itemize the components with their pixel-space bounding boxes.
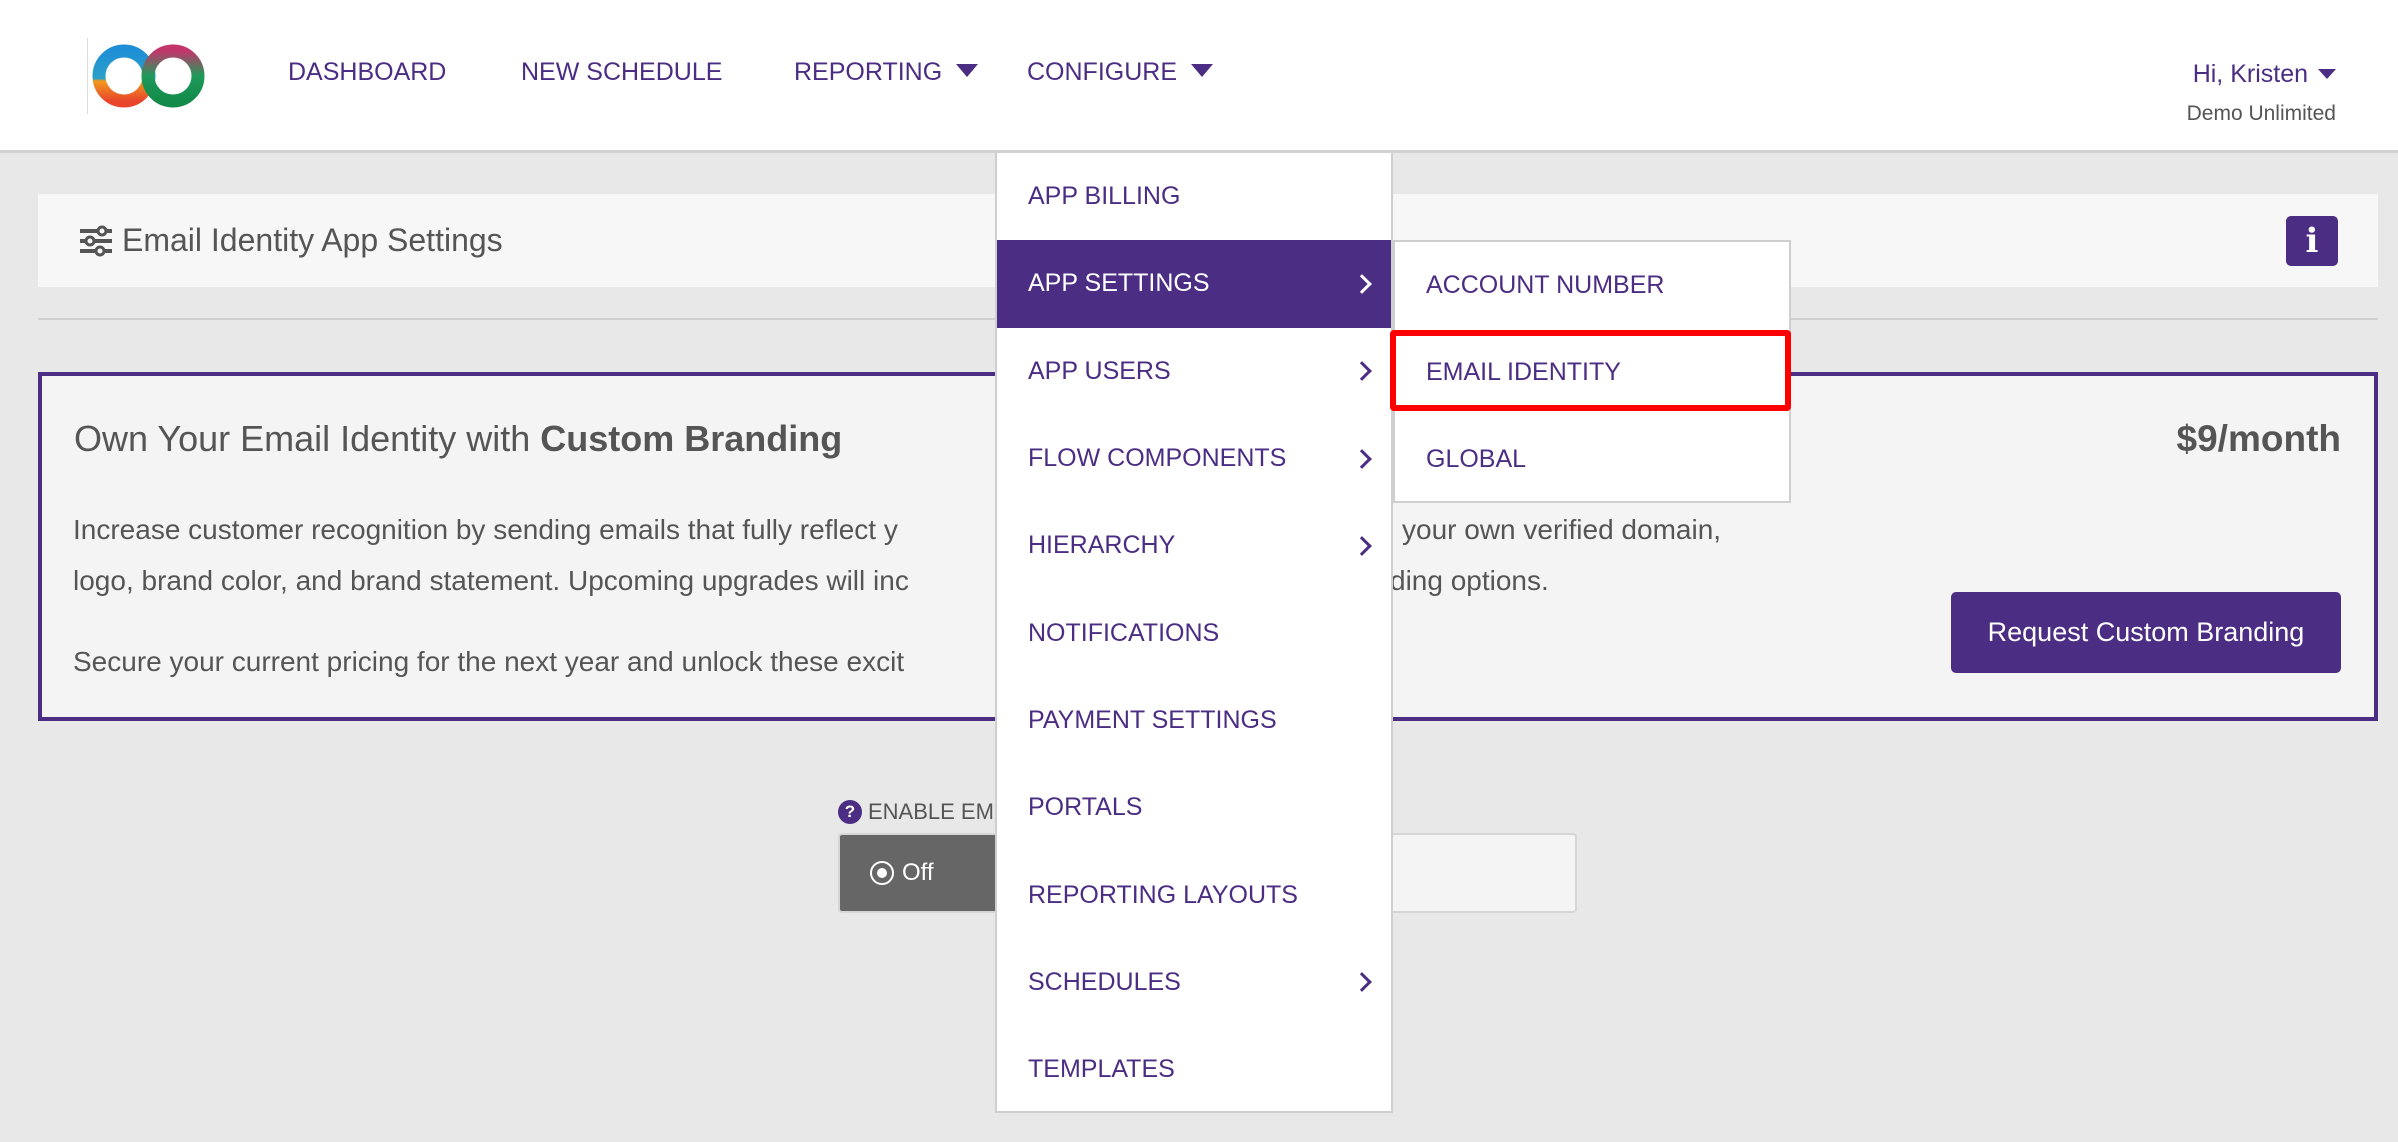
request-custom-branding-button[interactable]: Request Custom Branding (1951, 592, 2341, 673)
menu-item-label: PORTALS (1028, 793, 1143, 822)
radio-selected-icon (870, 861, 894, 885)
page-title-text: Email Identity App Settings (122, 222, 503, 258)
menu-item-app-settings[interactable]: APP SETTINGS (997, 240, 1391, 328)
help-icon[interactable]: ? (838, 800, 862, 824)
nav-label: DASHBOARD (288, 58, 447, 86)
menu-item-label: FLOW COMPONENTS (1028, 444, 1287, 473)
menu-item-app-billing[interactable]: APP BILLING (997, 153, 1391, 240)
org-name: Demo Unlimited (2186, 102, 2336, 125)
submenu-item-account-number[interactable]: ACCOUNT NUMBER (1395, 242, 1789, 329)
chevron-right-icon (1352, 972, 1372, 993)
info-button[interactable]: i (2286, 216, 2338, 266)
menu-item-notifications[interactable]: NOTIFICATIONS (997, 589, 1391, 676)
menu-item-label: TEMPLATES (1028, 1055, 1175, 1084)
enable-label: ? ENABLE EM (838, 799, 994, 825)
menu-item-label: HIERARCHY (1028, 531, 1176, 560)
chevron-right-icon (1352, 361, 1372, 382)
submenu-item-label: GLOBAL (1426, 445, 1527, 473)
submenu-item-email-identity[interactable]: EMAIL IDENTITY (1395, 329, 1789, 416)
promo-title-prefix: Own Your Email Identity with (74, 418, 541, 459)
menu-item-label: NOTIFICATIONS (1028, 618, 1220, 647)
menu-item-payment-settings[interactable]: PAYMENT SETTINGS (997, 677, 1391, 764)
nav-label: CONFIGURE (1027, 58, 1177, 86)
nav-configure[interactable]: CONFIGURE (1027, 58, 1213, 87)
user-menu[interactable]: Hi, Kristen (2193, 60, 2336, 89)
caret-down-icon (2318, 69, 2336, 79)
app-settings-submenu: ACCOUNT NUMBER EMAIL IDENTITY GLOBAL (1393, 240, 1791, 503)
menu-item-hierarchy[interactable]: HIERARCHY (997, 502, 1391, 589)
configure-dropdown-menu: APP BILLING APP SETTINGS APP USERS FLOW COM… (995, 153, 1393, 1113)
menu-item-flow-components[interactable]: FLOW COMPONENTS (997, 415, 1391, 502)
menu-item-label: REPORTING LAYOUTS (1028, 880, 1298, 909)
toggle-off-label: Off (902, 859, 934, 886)
menu-item-label: PAYMENT SETTINGS (1028, 705, 1277, 734)
chevron-right-icon (1352, 274, 1372, 294)
nav-label: NEW SCHEDULE (521, 58, 723, 86)
menu-item-portals[interactable]: PORTALS (997, 764, 1391, 851)
chevron-right-icon (1352, 448, 1372, 469)
submenu-item-global[interactable]: GLOBAL (1395, 416, 1789, 503)
menu-item-schedules[interactable]: SCHEDULES (997, 939, 1391, 1026)
promo-text-line1-right: your own verified domain, (1402, 514, 1722, 545)
menu-item-label: APP BILLING (1028, 182, 1181, 211)
nav-dashboard[interactable]: DASHBOARD (288, 58, 446, 87)
page-title: Email Identity App Settings (78, 222, 503, 259)
sliders-icon (80, 225, 112, 256)
infinity-logo-icon (92, 44, 205, 108)
menu-item-label: APP USERS (1028, 356, 1171, 385)
menu-item-label: SCHEDULES (1028, 967, 1181, 996)
promo-text-line1-left: Increase customer recognition by sending… (73, 514, 898, 545)
enable-label-text: ENABLE EM (868, 799, 994, 824)
menu-item-reporting-layouts[interactable]: REPORTING LAYOUTS (997, 851, 1391, 938)
menu-item-app-users[interactable]: APP USERS (997, 328, 1391, 415)
app-logo[interactable] (87, 38, 212, 114)
menu-item-templates[interactable]: TEMPLATES (997, 1026, 1391, 1113)
caret-down-icon (1191, 64, 1213, 77)
nav-label: REPORTING (794, 58, 943, 86)
nav-new-schedule[interactable]: NEW SCHEDULE (521, 58, 722, 87)
caret-down-icon (956, 64, 979, 77)
promo-title: Own Your Email Identity with Custom Bran… (74, 418, 842, 460)
submenu-item-label: ACCOUNT NUMBER (1426, 271, 1665, 299)
promo-text-line2-left: logo, brand color, and brand statement. … (73, 565, 909, 596)
promo-text-line2-right: ding options. (1390, 565, 1549, 596)
user-greeting: Hi, Kristen (2192, 60, 2308, 88)
promo-title-bold: Custom Branding (540, 418, 843, 459)
nav-reporting[interactable]: REPORTING (794, 58, 979, 87)
promo-text-line3-left: Secure your current pricing for the next… (73, 646, 905, 677)
chevron-right-icon (1352, 535, 1372, 556)
menu-item-label: APP SETTINGS (1028, 269, 1210, 298)
info-icon: i (2305, 221, 2319, 261)
submenu-item-label: EMAIL IDENTITY (1426, 358, 1621, 386)
promo-price: $9/month (2176, 418, 2341, 459)
